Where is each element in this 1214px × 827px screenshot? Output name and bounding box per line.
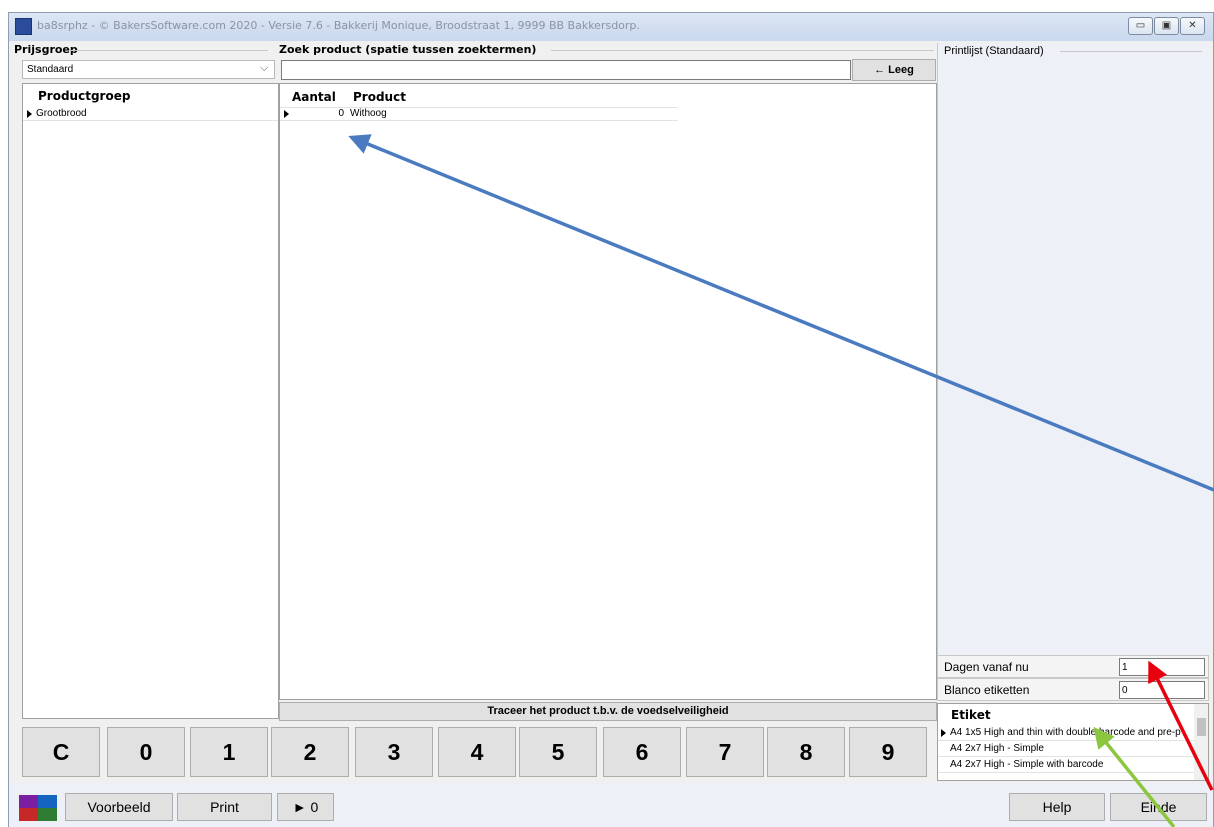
blue-annotation-arrow bbox=[348, 134, 1214, 492]
annotation-overlay bbox=[348, 134, 1214, 827]
red-annotation-arrow bbox=[1148, 660, 1214, 791]
green-annotation-arrow bbox=[1093, 726, 1176, 827]
